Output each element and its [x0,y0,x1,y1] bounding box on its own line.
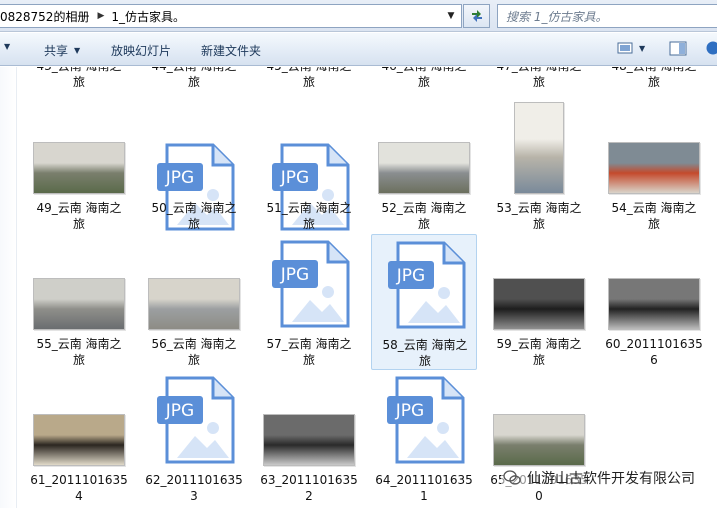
jpg-file-icon: JPG [388,241,466,329]
breadcrumb-album[interactable]: 0828752的相册 [0,8,89,25]
navigation-pane-edge[interactable] [0,67,17,508]
file-name: 53_云南 海南之 旅 [496,201,582,231]
wechat-icon [503,470,521,485]
jpg-badge-text: JPG [165,401,194,421]
file-name: 60_2011101635 6 [605,337,703,367]
photo-thumbnail [493,278,585,330]
new-folder-button[interactable]: 新建文件夹 [201,42,261,59]
file-item[interactable]: JPG 64_2011101635 1 [371,370,477,506]
file-name: 64_2011101635 1 [375,473,473,503]
file-item[interactable]: 56_云南 海南之 旅 [141,234,247,370]
photo-thumbnail [608,278,700,330]
file-name: 55_云南 海南之 旅 [36,337,122,367]
address-bar-row: 0828752的相册 ▶ 1_仿古家具。 ▼ 搜索 1_仿古家具。 [0,0,717,32]
view-caret-icon: ▼ [639,43,646,53]
file-item[interactable]: 44_云南 海南之 旅 [141,67,247,91]
jpg-file-icon: JPG [387,376,465,464]
address-history-dropdown-icon[interactable]: ▼ [443,8,459,24]
file-name: 45_云南 海南之 旅 [266,67,351,89]
file-item[interactable]: JPG 58_云南 海南之 旅 [371,234,477,370]
file-item[interactable]: 63_2011101635 2 [256,370,362,506]
file-name: 61_2011101635 4 [30,473,128,503]
file-name: 63_2011101635 2 [260,473,358,503]
photo-thumbnail [263,414,355,466]
file-item[interactable]: JPG 57_云南 海南之 旅 [256,234,362,370]
photo-thumbnail [493,414,585,466]
file-name: 46_云南 海南之 旅 [381,67,466,89]
share-label: 共享 [44,44,69,58]
file-item[interactable]: JPG 50_云南 海南之 旅 [141,137,247,234]
jpg-file-icon: JPG [272,240,350,328]
watermark: 仙游山古软件开发有限公司 [501,468,697,488]
view-icon [617,42,633,54]
view-options-button[interactable]: ▼ [617,41,645,55]
file-item[interactable]: 60_2011101635 6 [601,234,707,370]
file-item[interactable]: 47_云南 海南之 旅 [486,67,592,91]
file-item[interactable]: 59_云南 海南之 旅 [486,234,592,370]
preview-pane-button[interactable] [669,41,687,56]
photo-thumbnail [514,102,564,194]
file-name: 47_云南 海南之 旅 [496,67,581,89]
file-name: 43_云南 海南之 旅 [36,67,121,89]
jpg-badge-text: JPG [165,168,194,188]
command-bar: ▼ 共享 ▼ 放映幻灯片 新建文件夹 ▼ [0,33,717,66]
file-name: 56_云南 海南之 旅 [151,337,237,367]
file-item[interactable]: 61_2011101635 4 [26,370,132,506]
address-bar[interactable]: 0828752的相册 ▶ 1_仿古家具。 ▼ [0,4,462,28]
file-name: 57_云南 海南之 旅 [266,337,352,367]
preview-pane-icon [669,41,687,56]
file-item[interactable]: JPG 51_云南 海南之 旅 [256,137,362,234]
photo-thumbnail [378,142,470,194]
organize-caret-icon[interactable]: ▼ [4,42,10,51]
file-item[interactable]: 46_云南 海南之 旅 [371,67,477,91]
jpg-file-icon: JPG [157,376,235,464]
watermark-text: 仙游山古软件开发有限公司 [527,471,695,487]
file-name: 51_云南 海南之 旅 [266,201,352,231]
file-name: 48_云南 海南之 旅 [611,67,696,89]
file-view[interactable]: 43_云南 海南之 旅 44_云南 海南之 旅 45_云南 海南之 旅 46_云南 海… [0,67,717,508]
file-name: 62_2011101635 3 [145,473,243,503]
file-name: 50_云南 海南之 旅 [151,201,237,231]
file-item[interactable]: 45_云南 海南之 旅 [256,67,362,91]
help-button[interactable] [706,41,717,55]
file-name: 44_云南 海南之 旅 [151,67,236,89]
slideshow-button[interactable]: 放映幻灯片 [111,42,171,59]
help-icon [706,41,717,55]
file-item[interactable]: 43_云南 海南之 旅 [26,67,132,91]
file-item[interactable]: 54_云南 海南之 旅 [601,137,707,234]
photo-thumbnail [33,414,125,466]
file-item[interactable]: 48_云南 海南之 旅 [601,67,707,91]
photo-thumbnail [608,142,700,194]
file-name: 54_云南 海南之 旅 [611,201,697,231]
file-name: 58_云南 海南之 旅 [382,338,468,368]
share-button[interactable]: 共享 ▼ [44,42,80,59]
file-item[interactable]: 52_云南 海南之 旅 [371,137,477,234]
jpg-badge-text: JPG [396,266,425,286]
file-item[interactable]: 53_云南 海南之 旅 [486,102,592,234]
refresh-button[interactable] [463,4,490,28]
share-caret-icon: ▼ [74,46,81,55]
jpg-badge-text: JPG [395,401,424,421]
breadcrumb-current-folder[interactable]: 1_仿古家具。 [111,8,185,25]
jpg-badge-text: JPG [280,265,309,285]
file-name: 52_云南 海南之 旅 [381,201,467,231]
photo-thumbnail [33,278,125,330]
photo-thumbnail [33,142,125,194]
file-item[interactable]: 49_云南 海南之 旅 [26,137,132,234]
refresh-icon [471,10,482,22]
search-placeholder: 搜索 1_仿古家具。 [506,9,608,24]
search-input[interactable]: 搜索 1_仿古家具。 [497,4,717,28]
file-name: 49_云南 海南之 旅 [36,201,122,231]
file-item[interactable]: 55_云南 海南之 旅 [26,234,132,370]
photo-thumbnail [148,278,240,330]
jpg-badge-text: JPG [280,168,309,188]
breadcrumb-separator-icon[interactable]: ▶ [97,11,104,21]
file-name: 59_云南 海南之 旅 [496,337,582,367]
file-item[interactable]: JPG 62_2011101635 3 [141,370,247,506]
